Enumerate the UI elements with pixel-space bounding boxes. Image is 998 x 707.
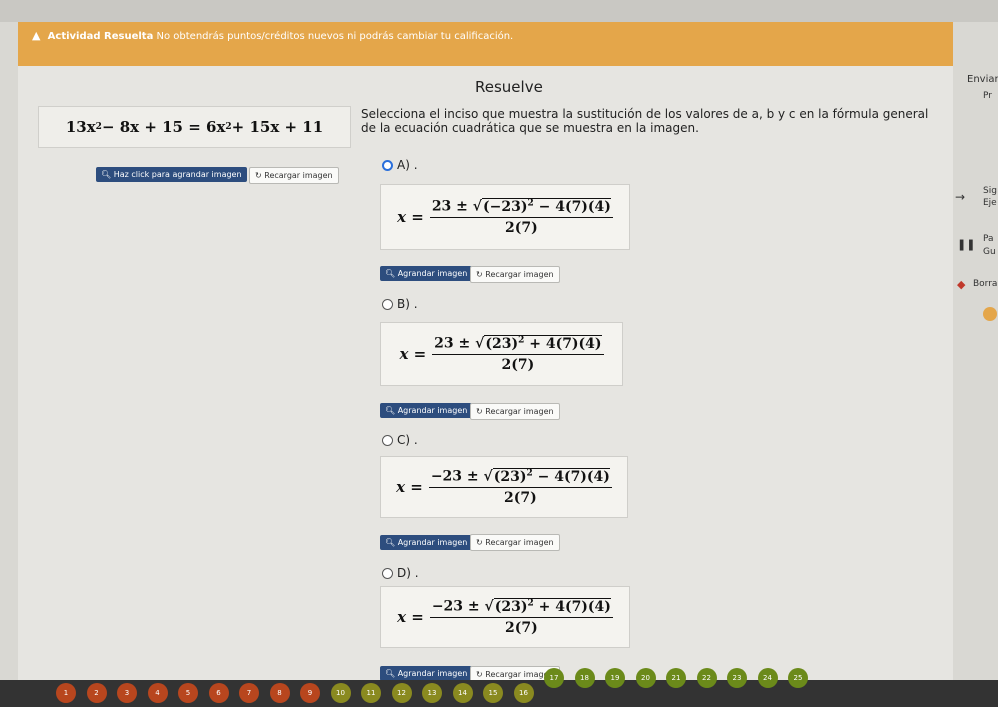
reload-icon: ↻ bbox=[476, 270, 483, 279]
question-nav-button[interactable]: 19 bbox=[605, 668, 625, 688]
option-b-reload-button[interactable]: ↻ Recargar imagen bbox=[470, 403, 560, 420]
reload-icon: ↻ bbox=[255, 171, 262, 180]
eraser-icon[interactable]: ◆ bbox=[957, 278, 965, 291]
question-nav-button[interactable]: 16 bbox=[513, 683, 534, 703]
search-icon: 🔍︎ bbox=[385, 538, 396, 547]
question-nav-button[interactable]: 8 bbox=[269, 683, 290, 703]
option-a-enlarge-button[interactable]: 🔍︎ Agrandar imagen bbox=[380, 266, 473, 281]
search-icon: 🔍︎ bbox=[385, 406, 396, 415]
search-icon: 🔍︎ bbox=[385, 669, 396, 678]
banner-bold: Actividad Resuelta bbox=[47, 31, 154, 42]
question-nav-button[interactable]: 13 bbox=[422, 683, 442, 703]
right-p-label: Pr bbox=[983, 91, 992, 101]
option-c-enlarge-button[interactable]: 🔍︎ Agrandar imagen bbox=[380, 535, 473, 550]
question-nav-button[interactable]: 17 bbox=[544, 668, 564, 688]
arrow-right-icon[interactable]: → bbox=[955, 190, 965, 204]
reload-image-button[interactable]: ↻ Recargar imagen bbox=[249, 167, 339, 184]
pause-label[interactable]: Pa bbox=[983, 234, 994, 244]
question-nav-button[interactable]: 9 bbox=[300, 683, 320, 703]
option-d[interactable]: D) . bbox=[382, 566, 419, 580]
exercise-label: Eje bbox=[983, 198, 997, 208]
question-nav-button[interactable]: 25 bbox=[788, 668, 808, 688]
erase-label[interactable]: Borra bbox=[973, 279, 997, 289]
banner-text: No obtendrás puntos/créditos nuevos ni p… bbox=[156, 31, 514, 42]
option-a-reload-button[interactable]: ↻ Recargar imagen bbox=[470, 266, 560, 283]
question-nav-button[interactable]: 4 bbox=[147, 683, 168, 703]
resolved-activity-banner: ▲ Actividad Resuelta No obtendrás puntos… bbox=[18, 22, 953, 66]
question-nav-button[interactable]: 5 bbox=[178, 683, 198, 703]
question-nav-button[interactable]: 23 bbox=[727, 668, 747, 688]
instructions: Selecciona el inciso que muestra la sust… bbox=[361, 107, 929, 135]
question-nav-button[interactable]: 3 bbox=[117, 683, 137, 703]
option-a[interactable]: A) . bbox=[382, 158, 418, 172]
pause-icon[interactable]: ❚❚ bbox=[957, 238, 975, 251]
question-nav-button[interactable]: 12 bbox=[391, 683, 412, 703]
send-button[interactable]: Enviar bbox=[967, 74, 998, 85]
question-nav-button[interactable]: 18 bbox=[574, 668, 595, 688]
option-b[interactable]: B) . bbox=[382, 297, 418, 311]
reload-icon: ↻ bbox=[476, 538, 483, 547]
option-b-formula: x = 23 ± √(23)2 + 4(7)(4) 2(7) bbox=[380, 322, 623, 386]
option-d-enlarge-button[interactable]: 🔍︎ Agrandar imagen bbox=[380, 666, 473, 681]
question-navigator: 1 2 3 4 5 6 7 8 9 10 11 12 13 14 15 16 17 18 19 20 21 22 23 24 2… bbox=[0, 668, 998, 707]
option-b-enlarge-button[interactable]: 🔍︎ Agrandar imagen bbox=[380, 403, 473, 418]
question-nav-button[interactable]: 15 bbox=[483, 683, 503, 703]
option-d-formula: x = −23 ± √(23)2 + 4(7)(4) 2(7) bbox=[380, 586, 630, 648]
search-icon: 🔍︎ bbox=[101, 170, 112, 179]
question-nav-button[interactable]: 22 bbox=[696, 668, 717, 688]
save-label[interactable]: Gu bbox=[983, 247, 996, 257]
question-panel: Resuelve 13x 2 − 8x + 15 = 6x 2 + 15x + 11… bbox=[18, 66, 953, 707]
question-nav-button[interactable]: 14 bbox=[452, 683, 473, 703]
option-c[interactable]: C) . bbox=[382, 433, 418, 447]
page-title: Resuelve bbox=[475, 78, 543, 96]
question-nav-button[interactable]: 2 bbox=[86, 683, 107, 703]
reload-icon: ↻ bbox=[476, 670, 483, 679]
equation-image: 13x 2 − 8x + 15 = 6x 2 + 15x + 11 bbox=[38, 106, 351, 148]
radio-a[interactable] bbox=[382, 159, 393, 171]
next-label[interactable]: Sig bbox=[983, 186, 997, 196]
question-nav-button[interactable]: 11 bbox=[361, 683, 381, 703]
radio-b[interactable] bbox=[382, 298, 393, 310]
reload-icon: ↻ bbox=[476, 407, 483, 416]
question-nav-button[interactable]: 1 bbox=[56, 683, 76, 703]
warning-icon: ▲ bbox=[32, 29, 41, 42]
question-nav-button[interactable]: 6 bbox=[208, 683, 229, 703]
option-c-reload-button[interactable]: ↻ Recargar imagen bbox=[470, 534, 560, 551]
question-nav-button[interactable]: 7 bbox=[239, 683, 259, 703]
top-strip bbox=[0, 0, 998, 22]
option-c-formula: x = −23 ± √(23)2 − 4(7)(4) 2(7) bbox=[380, 456, 628, 518]
question-nav-button[interactable]: 21 bbox=[666, 668, 686, 688]
option-a-formula: x = 23 ± √(−23)2 − 4(7)(4) 2(7) bbox=[380, 184, 630, 250]
enlarge-image-button[interactable]: 🔍︎ Haz click para agrandar imagen bbox=[96, 167, 247, 182]
radio-c[interactable] bbox=[382, 434, 393, 446]
right-side-panel: Enviar Pr → Sig Eje ❚❚ Pa Gu ◆ Borra bbox=[953, 60, 998, 660]
question-nav-button[interactable]: 20 bbox=[635, 668, 656, 688]
orange-circle-icon[interactable] bbox=[983, 307, 997, 321]
question-nav-button[interactable]: 24 bbox=[757, 668, 778, 688]
search-icon: 🔍︎ bbox=[385, 269, 396, 278]
radio-d[interactable] bbox=[382, 567, 393, 579]
question-nav-button[interactable]: 10 bbox=[330, 683, 351, 703]
